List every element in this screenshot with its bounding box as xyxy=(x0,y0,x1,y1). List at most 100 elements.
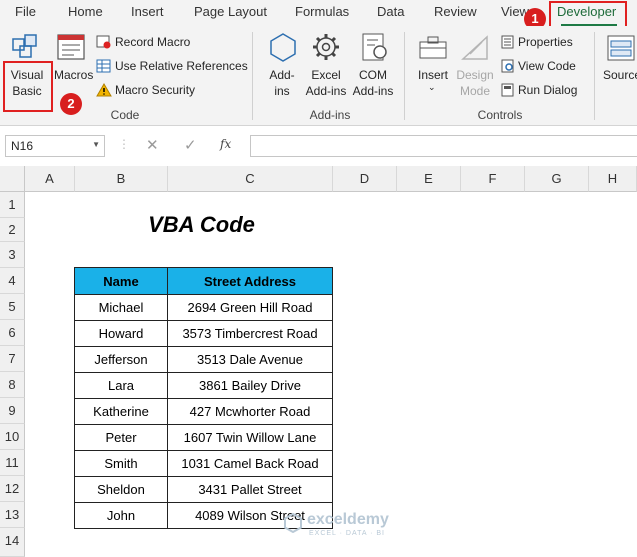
insert-function-icon[interactable]: fx xyxy=(220,137,231,151)
row-header-1[interactable]: 1 xyxy=(0,192,25,218)
cell-name[interactable]: Peter xyxy=(74,424,168,451)
cell-address[interactable]: 3573 Timbercrest Road xyxy=(167,320,333,347)
tab-insert[interactable]: Insert xyxy=(131,4,164,19)
confirm-entry-icon[interactable]: ✓ xyxy=(184,136,197,154)
properties-button[interactable]: Properties xyxy=(518,35,573,49)
insert-controls-button[interactable]: Insert xyxy=(418,68,448,82)
tab-home[interactable]: Home xyxy=(68,4,103,19)
cell-name[interactable]: Katherine xyxy=(74,398,168,425)
macro-security-warning-icon xyxy=(96,83,112,97)
row-header-3[interactable]: 3 xyxy=(0,242,25,268)
com-addins-icon xyxy=(362,33,387,61)
tab-review[interactable]: Review xyxy=(434,4,477,19)
column-header-h[interactable]: H xyxy=(589,166,637,192)
cell-address[interactable]: 1607 Twin Willow Lane xyxy=(167,424,333,451)
cell-name[interactable]: Lara xyxy=(74,372,168,399)
tab-data[interactable]: Data xyxy=(377,4,404,19)
watermark-brand: exceldemy xyxy=(307,511,389,528)
formula-input[interactable] xyxy=(250,135,637,157)
column-header-b[interactable]: B xyxy=(75,166,168,192)
design-mode-icon xyxy=(461,35,488,60)
use-relative-references-button[interactable]: Use Relative References xyxy=(115,59,248,73)
table-row: Jefferson 3513 Dale Avenue xyxy=(74,346,333,373)
address-table: Name Street Address Michael 2694 Green H… xyxy=(74,267,333,529)
table-row: Lara 3861 Bailey Drive xyxy=(74,372,333,399)
name-box-dropdown-icon[interactable]: ▼ xyxy=(92,140,100,149)
table-row: Katherine 427 Mcwhorter Road xyxy=(74,398,333,425)
tab-formulas[interactable]: Formulas xyxy=(295,4,349,19)
macros-button[interactable]: Macros xyxy=(54,68,93,82)
properties-icon xyxy=(501,35,514,49)
name-box-value: N16 xyxy=(11,139,34,153)
cell-address[interactable]: 427 Mcwhorter Road xyxy=(167,398,333,425)
cell-address[interactable]: 1031 Camel Back Road xyxy=(167,450,333,477)
group-separator xyxy=(252,32,253,120)
table-row: Sheldon 3431 Pallet Street xyxy=(74,476,333,503)
com-addins-label-1[interactable]: COM xyxy=(350,68,396,82)
cell-name[interactable]: Smith xyxy=(74,450,168,477)
name-box[interactable]: N16 ▼ xyxy=(5,135,105,157)
more-dots-icon: ⋮ xyxy=(118,137,130,151)
row-header-14[interactable]: 14 xyxy=(0,528,25,557)
run-dialog-button[interactable]: Run Dialog xyxy=(518,83,577,97)
column-header-d[interactable]: D xyxy=(333,166,397,192)
row-header-11[interactable]: 11 xyxy=(0,450,25,476)
row-header-6[interactable]: 6 xyxy=(0,320,25,346)
group-separator xyxy=(594,32,595,120)
column-header-c[interactable]: C xyxy=(168,166,333,192)
excel-addins-label-1[interactable]: Excel xyxy=(303,68,349,82)
row-header-13[interactable]: 13 xyxy=(0,502,25,528)
design-mode-label-2[interactable]: Mode xyxy=(452,84,498,98)
formula-bar: N16 ▼ ⋮ ✕ ✓ fx xyxy=(0,126,637,166)
select-all-corner[interactable] xyxy=(0,166,25,192)
cell-name[interactable]: John xyxy=(74,502,168,529)
insert-dropdown-chevron-icon[interactable]: ⌄ xyxy=(428,82,436,93)
row-header-10[interactable]: 10 xyxy=(0,424,25,450)
relative-references-icon xyxy=(96,59,111,73)
column-header-f[interactable]: F xyxy=(461,166,525,192)
source-button[interactable]: Source xyxy=(603,68,637,82)
column-header-a[interactable]: A xyxy=(25,166,75,192)
formula-actions: ⋮ ✕ ✓ fx xyxy=(110,135,247,157)
table-row: Smith 1031 Camel Back Road xyxy=(74,450,333,477)
cell-address[interactable]: 3513 Dale Avenue xyxy=(167,346,333,373)
ribbon-developer: Visual Basic Macros Record Macro Use Rel… xyxy=(0,26,637,126)
cancel-entry-icon[interactable]: ✕ xyxy=(146,136,159,154)
row-header-5[interactable]: 5 xyxy=(0,294,25,320)
view-code-button[interactable]: View Code xyxy=(518,59,576,73)
exceldemy-logo-icon xyxy=(284,513,302,533)
cell-address[interactable]: 2694 Green Hill Road xyxy=(167,294,333,321)
visual-basic-highlight-box xyxy=(3,61,53,112)
header-name[interactable]: Name xyxy=(74,267,168,295)
tab-page-layout[interactable]: Page Layout xyxy=(194,4,267,19)
excel-addins-label-2[interactable]: Add-ins xyxy=(303,84,349,98)
macro-security-button[interactable]: Macro Security xyxy=(115,83,195,97)
cell-address[interactable]: 3861 Bailey Drive xyxy=(167,372,333,399)
row-header-9[interactable]: 9 xyxy=(0,398,25,424)
com-addins-label-2[interactable]: Add-ins xyxy=(350,84,396,98)
source-xml-icon xyxy=(607,35,635,61)
header-street-address[interactable]: Street Address xyxy=(167,267,333,295)
addins-group-label: Add-ins xyxy=(309,108,351,122)
row-header-7[interactable]: 7 xyxy=(0,346,25,372)
column-header-e[interactable]: E xyxy=(397,166,461,192)
table-row: Howard 3573 Timbercrest Road xyxy=(74,320,333,347)
row-header-2[interactable]: 2 xyxy=(0,218,25,242)
table-row: Michael 2694 Green Hill Road xyxy=(74,294,333,321)
cell-name[interactable]: Sheldon xyxy=(74,476,168,503)
row-header-12[interactable]: 12 xyxy=(0,476,25,502)
record-macro-button[interactable]: Record Macro xyxy=(115,35,190,49)
cell-name[interactable]: Jefferson xyxy=(74,346,168,373)
cell-name[interactable]: Michael xyxy=(74,294,168,321)
cell-address[interactable]: 3431 Pallet Street xyxy=(167,476,333,503)
cell-name[interactable]: Howard xyxy=(74,320,168,347)
addins-hexagon-icon xyxy=(270,33,296,62)
design-mode-label-1[interactable]: Design xyxy=(452,68,498,82)
row-header-4[interactable]: 4 xyxy=(0,268,25,294)
addins-label-2[interactable]: ins xyxy=(262,84,302,98)
row-header-8[interactable]: 8 xyxy=(0,372,25,398)
addins-label-1[interactable]: Add- xyxy=(262,68,302,82)
tab-file[interactable]: File xyxy=(15,4,36,19)
step-badge-2: 2 xyxy=(60,93,82,115)
column-header-g[interactable]: G xyxy=(525,166,589,192)
